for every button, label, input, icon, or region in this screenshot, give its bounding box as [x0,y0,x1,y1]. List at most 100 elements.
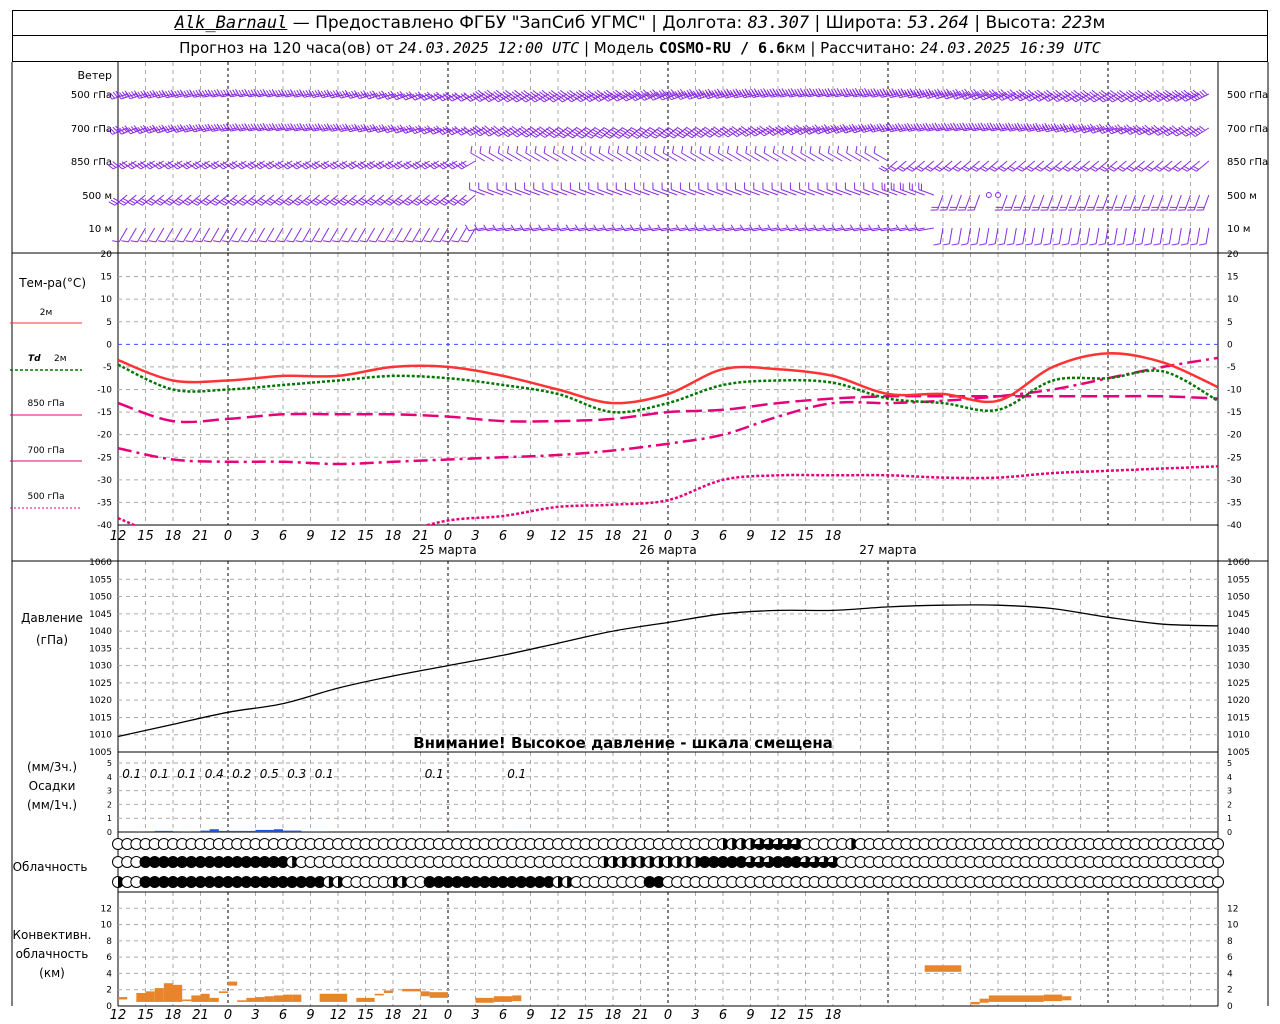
conv-bar [356,997,375,1002]
wind-barb-staff [283,227,293,243]
temp-tick-right: -20 [1227,431,1242,441]
wind-barb-feather [600,128,608,134]
wind-level-label: 500 гПа [71,90,112,101]
wind-barb-feather [557,133,564,139]
conv-ylabel-1: Конвективн. [13,928,92,942]
temp-tick-right: 0 [1227,340,1233,350]
prec-3h-label: 0.1 [177,767,196,781]
wind-barb-feather [108,201,116,206]
wind-barb-feather [626,130,633,136]
wind-barb-feather [1027,165,1035,170]
wind-barb-feather [864,146,867,154]
wind-barb-feather [990,165,998,170]
meteogram: Ветер 500 гПа 500 гПа 700 гПа 700 гПа 850 гПа… [10,62,1269,1023]
wind-barb-feather [177,197,184,203]
pres-tick-right: 1055 [1227,575,1250,585]
conv-tick-right: 12 [1227,904,1238,914]
wind-barb-feather [423,240,431,243]
conv-bar [1062,996,1072,1001]
wind-barb-feather [559,131,567,137]
time-tick-label-bottom: 18 [385,1008,402,1023]
time-tick-label: 12 [110,529,127,544]
wind-barb-feather [525,146,528,154]
wind-barb-feather [1052,243,1060,246]
wind-barb-feather [397,197,404,203]
wind-barb-feather [617,130,624,136]
temp-tick-right: -30 [1227,476,1242,486]
wind-barb-feather [979,167,986,172]
wind-barb-feather [204,197,212,203]
wind-barb-feather [988,167,996,172]
wind-barb-feather [717,146,720,154]
wind-barb-feather [624,132,631,137]
wind-barb-feather [301,201,308,206]
wind-barb-feather [218,201,226,206]
wind-barb-feather [681,146,684,154]
time-tick-label: 12 [770,529,787,544]
wind-title: Ветер [78,69,112,82]
time-tick-label: 9 [306,529,314,544]
wind-barb-feather [273,201,281,206]
wind-barb-feather [303,199,310,204]
wind-barb-feather [165,199,173,204]
wind-barb-feather [193,199,200,204]
wind-barb-feather [896,167,904,172]
conv-bar [264,996,274,1002]
wind-barb-feather [589,130,597,135]
wind-barb-feather [660,132,668,137]
wind-barb-feather [655,128,663,134]
wind-barb-staff [219,227,229,243]
wind-barb-feather [422,199,430,204]
wind-barb-feather [312,199,320,204]
time-tick-label: 21 [192,529,209,544]
temp-tick-right: -25 [1227,453,1242,463]
conv-tick-left: 12 [101,904,112,914]
time-tick-label: 18 [165,529,182,544]
wind-barb-feather [413,199,420,204]
wind-barb-feather [997,243,1005,246]
wind-barb-feather [464,224,470,232]
prec-tick-right: 5 [1227,759,1232,768]
wind-barb-feather [954,165,961,170]
prec-bar [218,830,238,832]
wind-barb-feather [981,165,989,170]
wind-barb-feather [232,197,239,203]
wind-barb-feather [1171,167,1179,172]
wind-barb-feather [1045,165,1053,170]
prec-3h-label: 0.1 [425,767,444,781]
wind-barb-feather [626,146,629,154]
wind-barb-feather [906,167,913,172]
wind-barb-feather [1091,165,1099,170]
wind-barb-feather [1082,165,1090,170]
wind-barb-feather [621,134,629,139]
wind-barb-feather [126,201,134,206]
time-tick-label: 6 [279,529,287,544]
wind-barb-feather [1162,167,1170,172]
temp-tick-left: -15 [97,408,112,418]
wind-barb-feather [951,243,959,246]
wind-calm-circle [985,192,992,198]
wind-barb-feather [678,131,686,137]
wind-barb-feather [438,201,446,206]
legend-850-label: 850 гПа [27,399,64,409]
wind-barb-feather [658,134,665,139]
wind-barb-staff [320,227,330,243]
wind-barb-staff [948,227,953,244]
wind-barb-feather [442,240,450,243]
temp-tick-left: -20 [97,431,112,441]
prec-3h-label: 0.4 [205,767,224,781]
temp-tick-right: -10 [1227,386,1242,396]
legend-td-label: 2м [54,354,67,364]
wind-barb-feather [374,201,381,206]
wind-barb-feather [284,199,292,204]
time-tick-label: 12 [550,529,567,544]
wind-barb-staff [237,227,247,243]
wind-barb-feather [963,165,970,170]
prec-bar [200,830,210,832]
prec-bar [429,831,439,832]
wind-barb-staff [375,227,385,243]
wind-barb-staff [201,227,211,243]
wind-barb-feather [917,165,925,170]
wind-barb-feather [933,167,941,172]
wind-barb-staff [366,227,376,243]
